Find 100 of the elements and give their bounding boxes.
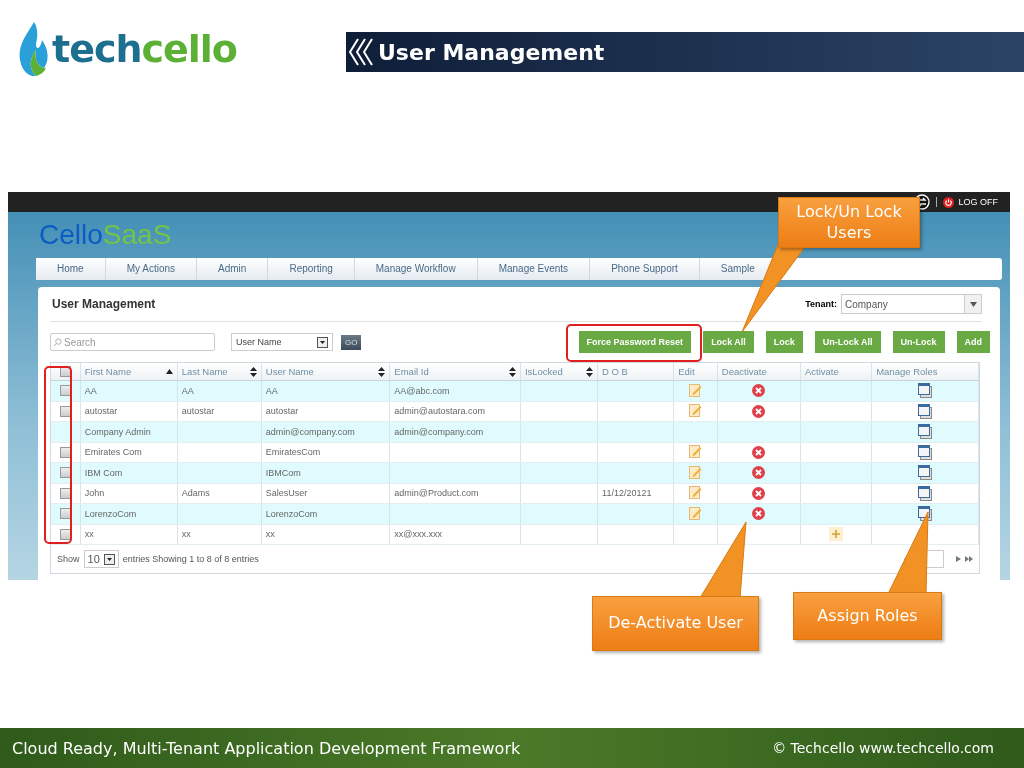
tenant-label: Tenant: bbox=[805, 299, 837, 309]
delete-icon[interactable] bbox=[752, 507, 766, 521]
table-cell: 11/12/20121 bbox=[602, 488, 652, 499]
show-label: Show bbox=[57, 554, 80, 564]
callout: Lock/Un Lock Users bbox=[778, 197, 920, 248]
delete-icon[interactable] bbox=[752, 404, 766, 418]
nav-tab[interactable]: Phone Support bbox=[590, 258, 700, 280]
tenant-dropdown[interactable]: Company bbox=[841, 294, 982, 314]
column-header[interactable]: Email Id bbox=[394, 366, 429, 377]
table-cell: IBM Com bbox=[84, 467, 123, 478]
caret-icon[interactable] bbox=[969, 301, 977, 307]
table-cell: autostar bbox=[265, 406, 299, 417]
nav-tab[interactable]: Manage Events bbox=[477, 258, 591, 280]
table-cell: xx bbox=[84, 529, 94, 540]
table-cell: John bbox=[84, 488, 105, 499]
checkbox[interactable] bbox=[59, 487, 71, 499]
last-page-icon[interactable] bbox=[965, 556, 973, 562]
checkbox[interactable] bbox=[59, 508, 71, 520]
sort-icon[interactable] bbox=[249, 366, 257, 377]
column-header[interactable]: First Name bbox=[84, 366, 132, 377]
column-header[interactable]: IsLocked bbox=[524, 366, 563, 377]
table-cell: admin@Product.com bbox=[394, 488, 479, 499]
page-size-dropdown[interactable]: 10 bbox=[83, 550, 119, 568]
table-cell: xx@xxx.xxx bbox=[394, 529, 442, 540]
caret-icon[interactable] bbox=[103, 553, 115, 565]
next-page-icon[interactable] bbox=[956, 556, 961, 562]
chevrons-icon bbox=[348, 37, 374, 67]
column-header[interactable]: D O B bbox=[602, 366, 628, 377]
action-button[interactable]: Add bbox=[956, 331, 990, 353]
power-icon[interactable] bbox=[943, 196, 955, 208]
column-header[interactable]: Deactivate bbox=[721, 366, 767, 377]
action-button[interactable]: Un-Lock All bbox=[814, 331, 881, 353]
checkbox[interactable] bbox=[59, 405, 71, 417]
footer-copyright: © Techcello www.techcello.com bbox=[772, 740, 994, 756]
table-cell: AA bbox=[181, 385, 194, 396]
column-header[interactable]: Activate bbox=[804, 366, 839, 377]
delete-icon[interactable] bbox=[752, 486, 766, 500]
delete-icon[interactable] bbox=[752, 445, 766, 459]
checkbox[interactable] bbox=[59, 366, 71, 377]
table-cell: AA bbox=[84, 385, 97, 396]
go-button[interactable]: GO bbox=[341, 334, 362, 350]
search-icon bbox=[53, 338, 62, 347]
delete-icon[interactable] bbox=[752, 466, 766, 480]
checkbox[interactable] bbox=[59, 467, 71, 479]
page-title: User Management bbox=[52, 297, 157, 311]
table-cell: LorenzoCom bbox=[265, 508, 318, 519]
sort-up-icon[interactable] bbox=[165, 369, 173, 374]
column-header[interactable]: Edit bbox=[678, 366, 695, 377]
table-cell: xx bbox=[265, 529, 275, 540]
table-cell: autostar bbox=[84, 406, 118, 417]
roles-icon[interactable] bbox=[918, 403, 933, 419]
table-cell: xx bbox=[181, 529, 191, 540]
table-cell: SalesUser bbox=[265, 488, 308, 499]
checkbox[interactable] bbox=[59, 528, 71, 540]
nav-tab[interactable]: My Actions bbox=[105, 258, 198, 280]
nav-tab[interactable]: Admin bbox=[197, 258, 269, 280]
table-cell: autostar bbox=[181, 406, 215, 417]
callout: De-Activate User bbox=[592, 596, 759, 651]
action-button[interactable]: Lock All bbox=[703, 331, 754, 353]
roles-icon[interactable] bbox=[918, 383, 933, 399]
log-off-link[interactable]: LOG OFF bbox=[958, 197, 998, 207]
checkbox[interactable] bbox=[59, 385, 71, 397]
roles-icon[interactable] bbox=[918, 444, 933, 460]
table-cell: Emirates Com bbox=[84, 447, 142, 458]
caret-icon[interactable] bbox=[317, 336, 328, 348]
table-cell: admin@autostara.com bbox=[394, 406, 486, 417]
sort-icon[interactable] bbox=[378, 366, 386, 377]
roles-icon[interactable] bbox=[918, 465, 933, 481]
column-header[interactable]: User Name bbox=[265, 366, 314, 377]
table-cell: EmiratesCom bbox=[265, 447, 321, 458]
delete-icon[interactable] bbox=[752, 384, 766, 398]
search-field[interactable]: Search bbox=[50, 333, 215, 351]
table-cell: IBMCom bbox=[265, 467, 301, 478]
nav-tab[interactable]: Manage Workflow bbox=[354, 258, 478, 280]
sort-icon[interactable] bbox=[586, 366, 594, 377]
footer-tagline: Cloud Ready, Multi-Tenant Application Development Framework bbox=[12, 738, 521, 758]
slide-title: User Management bbox=[378, 39, 605, 65]
action-button[interactable]: Lock bbox=[765, 331, 803, 353]
filter-dropdown[interactable]: User Name bbox=[231, 333, 333, 351]
checkbox[interactable] bbox=[59, 446, 71, 458]
table-cell: Adams bbox=[181, 488, 210, 499]
column-header[interactable]: Manage Roles bbox=[876, 366, 938, 377]
column-header[interactable]: Last Name bbox=[181, 366, 228, 377]
table-cell: admin@company.com bbox=[265, 426, 355, 437]
action-button[interactable]: Un-Lock bbox=[892, 331, 945, 353]
app-logo: CelloSaaS bbox=[39, 220, 172, 250]
action-button[interactable]: Force Password Reset bbox=[578, 331, 692, 353]
table-cell: Company Admin bbox=[84, 426, 151, 437]
nav-tab[interactable]: Home bbox=[36, 258, 106, 280]
roles-icon[interactable] bbox=[918, 424, 933, 440]
callout: Assign Roles bbox=[793, 592, 942, 640]
table-cell: AA@abc.com bbox=[394, 385, 450, 396]
nav-tab[interactable]: Reporting bbox=[268, 258, 355, 280]
table-cell: LorenzoCom bbox=[84, 508, 137, 519]
entries-info: entries Showing 1 to 8 of 8 entries bbox=[122, 554, 259, 564]
table-cell: AA bbox=[265, 385, 278, 396]
roles-icon[interactable] bbox=[918, 485, 933, 501]
brand-logo: techcello bbox=[52, 27, 237, 71]
sort-icon[interactable] bbox=[508, 366, 516, 377]
table-cell: admin@company.com bbox=[394, 426, 484, 437]
